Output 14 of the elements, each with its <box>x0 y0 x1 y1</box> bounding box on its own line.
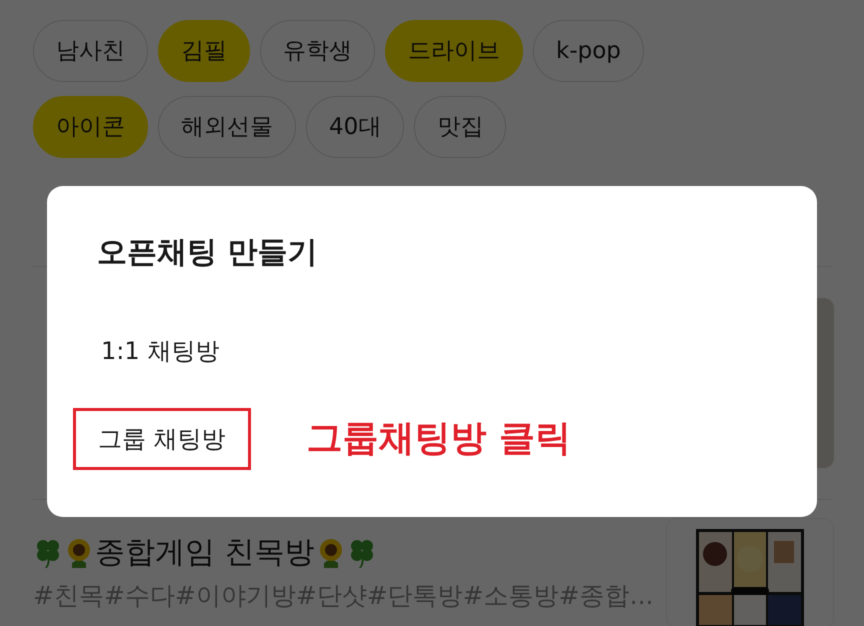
annotation-label: 그룹채팅방 클릭 <box>306 417 572 461</box>
chat-title: 종합게임 친목방 <box>95 534 315 572</box>
tag-chip[interactable]: 드라이브 <box>385 20 523 82</box>
tag-chip[interactable]: 아이콘 <box>33 96 148 158</box>
tag-chip[interactable]: 유학생 <box>260 20 375 82</box>
tag-chip[interactable]: 김필 <box>158 20 250 82</box>
tag-chip[interactable]: 맛집 <box>414 96 506 158</box>
tag-chip[interactable]: 해외선물 <box>158 96 296 158</box>
dialog-title: 오픈채팅 만들기 <box>97 238 318 272</box>
tag-chip[interactable]: 남사친 <box>33 20 148 82</box>
dialog-option[interactable]: 1:1 채팅방 <box>73 320 248 382</box>
tag-chip[interactable]: 40대 <box>306 96 404 158</box>
tag-chip[interactable]: k-pop <box>533 20 644 82</box>
dialog-option[interactable]: 그룹 채팅방 <box>73 408 251 470</box>
